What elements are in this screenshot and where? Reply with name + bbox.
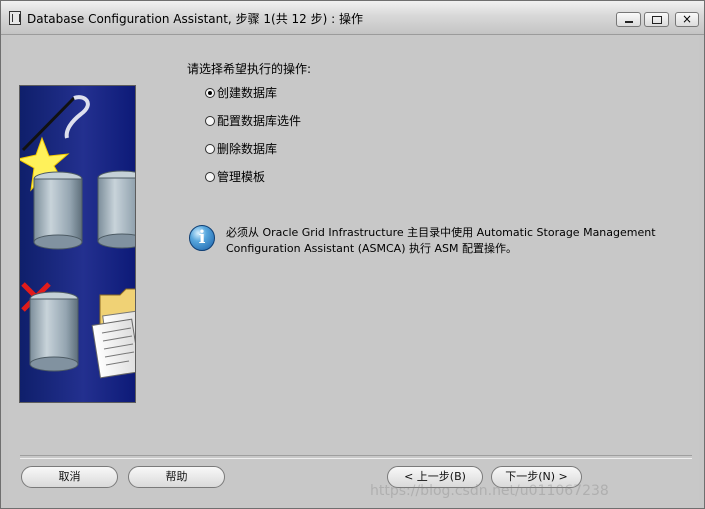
configure-database-options-label: 配置数据库选件 [217,114,302,128]
help-button[interactable]: 帮助 [128,466,225,488]
next-button-label: 下一步(N) [505,470,556,483]
back-button-label: 上一步(B) [416,470,466,483]
content-area: 请选择希望执行的操作: 创建数据库 配置数据库选件 删除数据库 管理模板 i 必… [8,35,699,500]
database-cylinder-3-body [29,298,79,365]
database-illustration [19,85,136,403]
maximize-button[interactable] [644,12,669,27]
database-cylinder-2-bottom [97,233,135,249]
close-icon: × [681,12,693,26]
back-arrow-icon: < [404,470,414,483]
option-delete-database[interactable]: 删除数据库 [205,140,277,158]
asm-info-line-1: 必须从 Oracle Grid Infrastructure 主目录中使用 Au… [226,226,656,239]
info-icon: i [189,225,215,251]
create-database-radio[interactable] [205,88,215,98]
minimize-icon [624,21,633,23]
delete-database-radio[interactable] [205,144,215,154]
database-cylinder-3-bottom [29,356,79,372]
asm-info-message: 必须从 Oracle Grid Infrastructure 主目录中使用 Au… [226,225,656,257]
database-illustration-art [20,95,135,379]
option-create-database[interactable]: 创建数据库 [205,84,277,102]
database-cylinder-2-body [97,177,135,242]
cancel-button[interactable]: 取消 [21,466,118,488]
next-arrow-icon: > [558,470,568,483]
option-configure-database-options[interactable]: 配置数据库选件 [205,112,301,130]
close-button[interactable]: × [675,12,699,27]
manage-templates-radio[interactable] [205,172,215,182]
window-title: Database Configuration Assistant, 步骤 1(共… [27,12,363,26]
operation-prompt: 请选择希望执行的操作: [187,62,312,76]
dbca-window: Database Configuration Assistant, 步骤 1(共… [0,0,705,509]
wand-icon [21,96,76,152]
database-cylinder-1-bottom [33,234,83,250]
button-divider [20,455,692,459]
database-cylinder-1-body [33,178,83,243]
manage-templates-label: 管理模板 [217,170,266,184]
create-database-label: 创建数据库 [217,86,278,100]
maximize-icon [651,16,662,24]
app-icon [9,11,21,25]
back-button[interactable]: < 上一步(B) [387,466,483,488]
minimize-button[interactable] [616,12,641,27]
title-bar: Database Configuration Assistant, 步骤 1(共… [1,1,704,35]
delete-database-label: 删除数据库 [217,142,278,156]
option-manage-templates[interactable]: 管理模板 [205,168,265,186]
next-button[interactable]: 下一步(N) > [491,466,582,488]
configure-database-options-radio[interactable] [205,116,215,126]
asm-info-line-2: Configuration Assistant (ASMCA) 执行 ASM 配… [226,242,517,255]
